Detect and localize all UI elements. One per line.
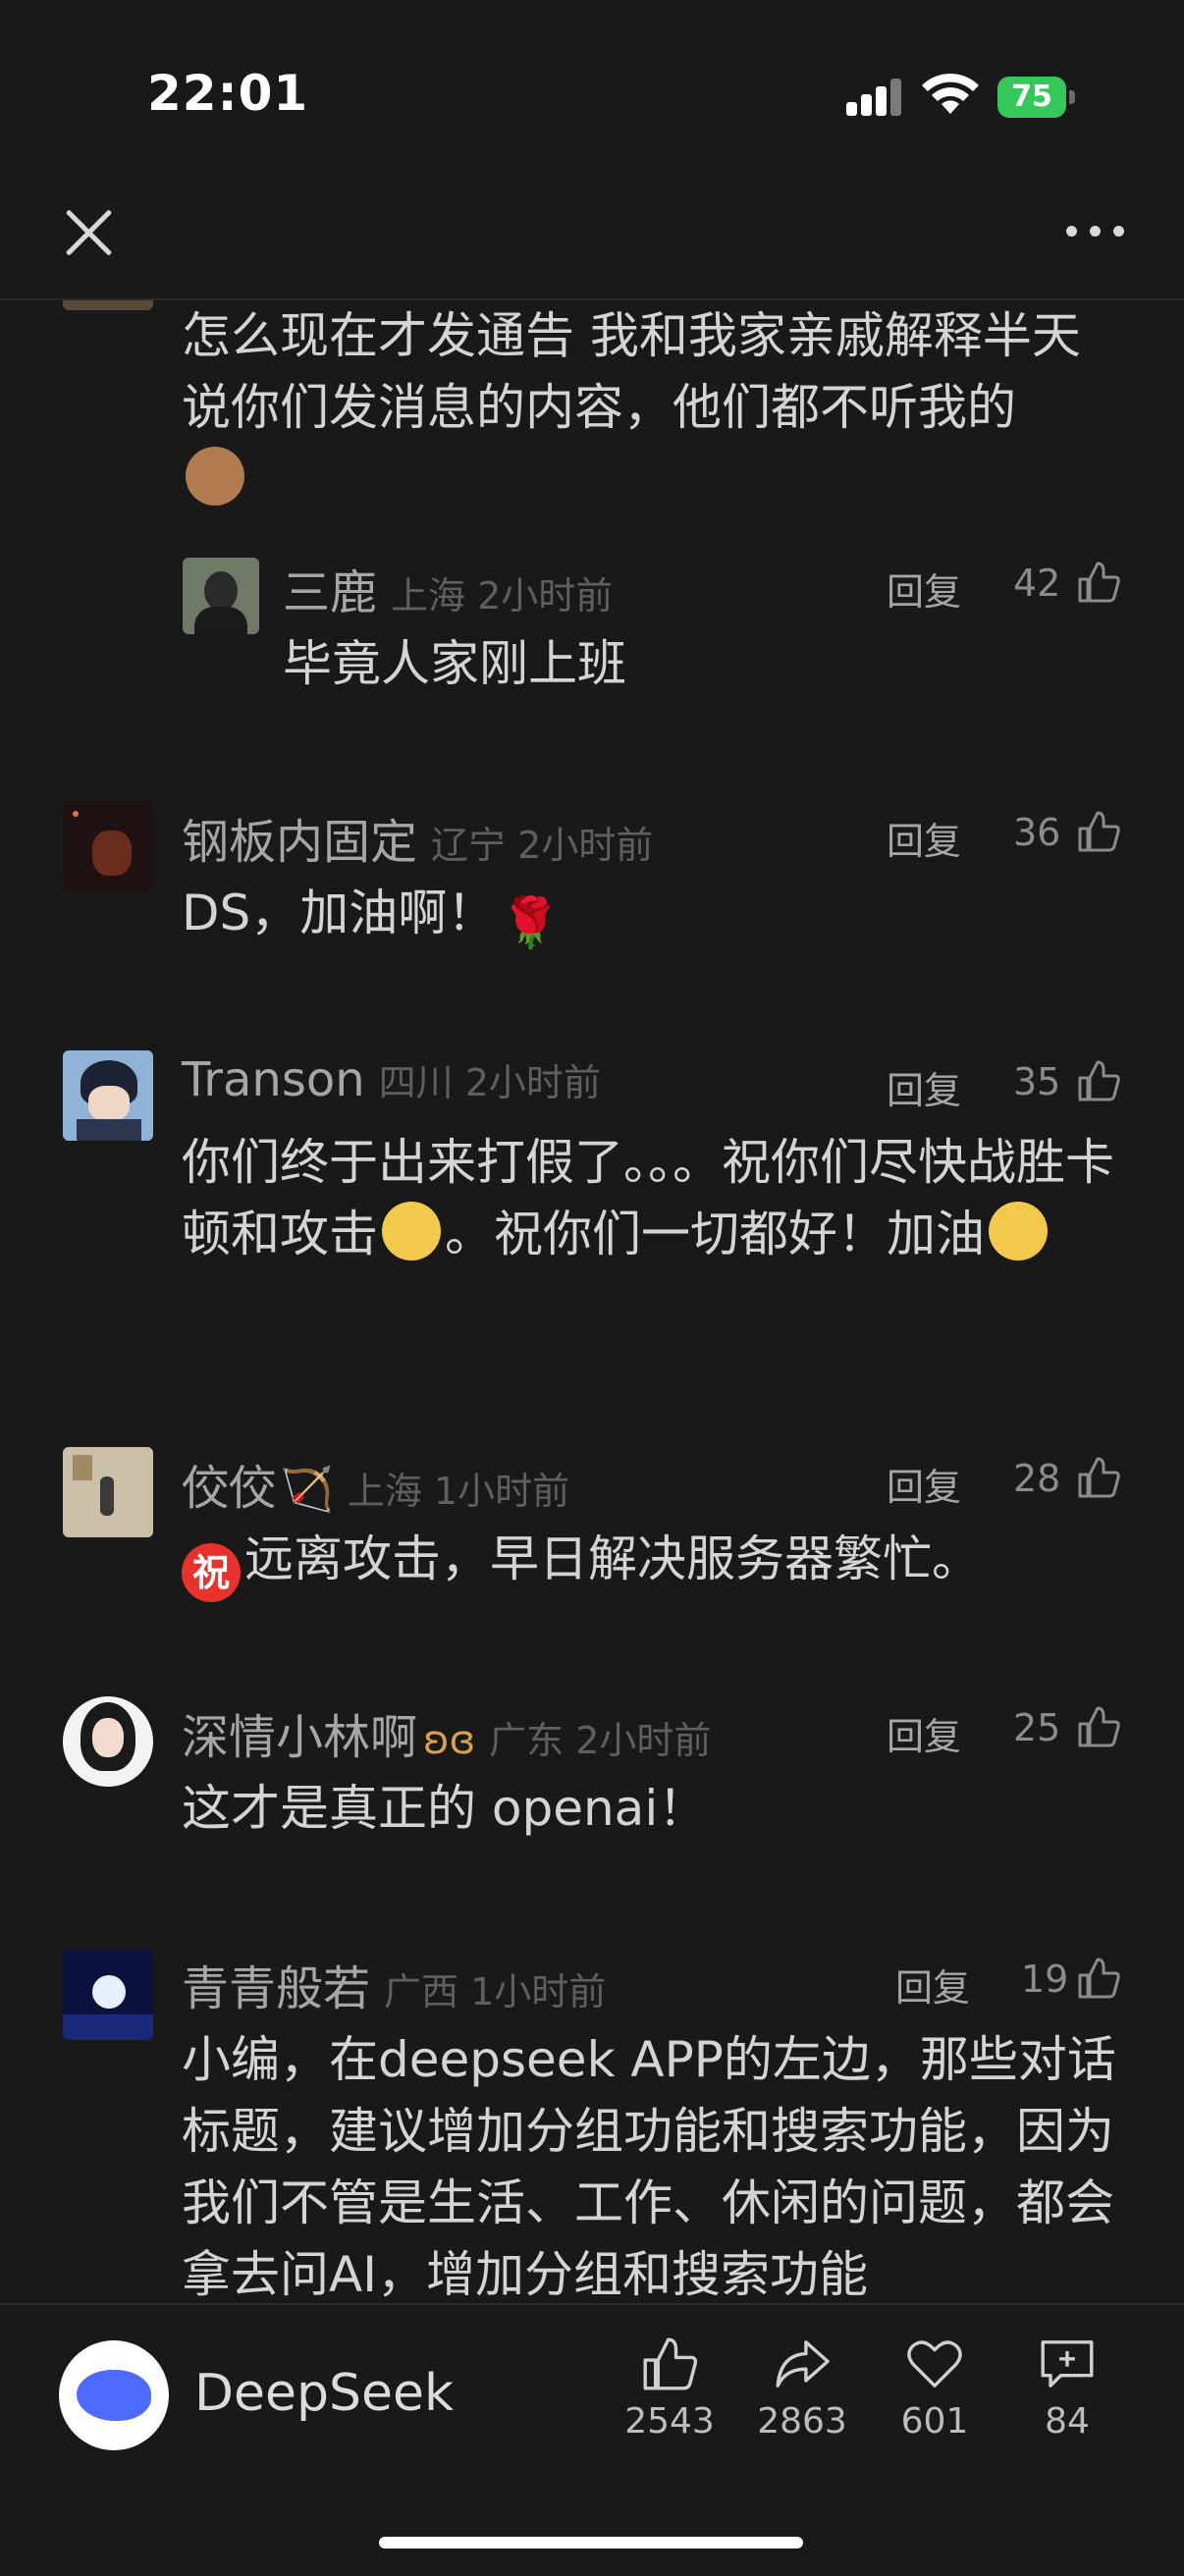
commenter-name[interactable]: 三鹿 bbox=[283, 565, 377, 620]
close-icon[interactable] bbox=[57, 200, 122, 265]
reply-button[interactable]: 回复 bbox=[887, 1060, 961, 1114]
home-indicator[interactable] bbox=[379, 2537, 803, 2549]
shushing-emoji-icon bbox=[989, 1202, 1048, 1261]
avatar[interactable] bbox=[63, 300, 153, 310]
comment-text: 怎么现在才发通告 我和我家亲戚解释半天说你们发消息的内容，他们都不听我的 bbox=[182, 300, 1124, 515]
battery-icon: 75 bbox=[997, 77, 1076, 118]
shushing-emoji-icon bbox=[382, 1202, 441, 1261]
commenter-name[interactable]: 佼佼 bbox=[182, 1461, 276, 1516]
like-count: 25 bbox=[1013, 1706, 1061, 1749]
share-total: 2863 bbox=[757, 2401, 847, 2442]
congrats-badge-icon: 祝 bbox=[182, 1543, 241, 1602]
brand-name[interactable]: DeepSeek bbox=[194, 2364, 454, 2423]
bow-arrow-icon: 🏹 bbox=[280, 1465, 334, 1515]
comment-text: DS，加油啊！🌹 bbox=[182, 885, 562, 951]
comment-location-time: 广东 2小时前 bbox=[489, 1719, 712, 1762]
avatar[interactable] bbox=[63, 801, 153, 891]
avatar[interactable] bbox=[63, 1447, 153, 1537]
heart-icon bbox=[907, 2340, 962, 2388]
comment-text: 这才是真正的 openai！ bbox=[182, 1780, 708, 1837]
add-comment-icon bbox=[1041, 2340, 1094, 2388]
comment-text: 毕竟人家刚上班 bbox=[283, 635, 626, 692]
like-count: 35 bbox=[1013, 1060, 1061, 1103]
status-bar: 22:01 75 bbox=[0, 0, 1184, 187]
bottom-action-bar: DeepSeek 2543 2863 601 84 bbox=[0, 2303, 1184, 2576]
share-icon bbox=[776, 2340, 830, 2388]
reply-button[interactable]: 回复 bbox=[895, 1958, 970, 2012]
thumbs-up-icon[interactable] bbox=[1076, 1455, 1121, 1500]
thumbs-up-icon bbox=[643, 2337, 698, 2390]
like-count: 28 bbox=[1013, 1457, 1061, 1500]
comment-text: 你们终于出来打假了。。。祝你们尽快战胜卡顿和攻击 。祝你们一切都好！加油 bbox=[182, 1134, 1114, 1262]
like-total: 2543 bbox=[624, 2401, 715, 2442]
thumbs-up-icon[interactable] bbox=[1076, 560, 1121, 605]
share-button[interactable]: 2863 bbox=[743, 2334, 861, 2452]
comment-location-time: 辽宁 2小时前 bbox=[431, 824, 654, 867]
comment-list[interactable]: 怎么现在才发通告 我和我家亲戚解释半天说你们发消息的内容，他们都不听我的 三鹿上… bbox=[0, 300, 1184, 2303]
avatar[interactable] bbox=[63, 1696, 153, 1787]
deepseek-logo-icon[interactable] bbox=[59, 2340, 169, 2450]
thumbs-up-icon[interactable] bbox=[1076, 1058, 1121, 1103]
comment-text: 小编，在deepseek APP的左边，那些对话标题，建议增加分组功能和搜索功能… bbox=[182, 2031, 1116, 2303]
reply-button[interactable]: 回复 bbox=[887, 562, 961, 616]
wifi-icon bbox=[922, 73, 979, 114]
reply-button[interactable]: 回复 bbox=[887, 1706, 961, 1760]
avatar[interactable] bbox=[63, 1950, 153, 2040]
like-count: 36 bbox=[1013, 811, 1061, 854]
commenter-name[interactable]: Transon bbox=[182, 1052, 365, 1107]
reply-button[interactable]: 回复 bbox=[887, 811, 961, 865]
commenter-name[interactable]: 钢板内固定 bbox=[182, 815, 417, 870]
comment-text: 祝远离攻击，早日解决服务器繁忙。 bbox=[182, 1524, 1124, 1602]
commenter-name[interactable]: 深情小林啊 bbox=[182, 1710, 417, 1765]
comment-total: 84 bbox=[1045, 2401, 1090, 2442]
thumbs-up-icon[interactable] bbox=[1076, 809, 1121, 854]
like-count: 19 bbox=[1021, 1958, 1069, 2001]
avatar[interactable] bbox=[183, 558, 259, 634]
comment-location-time: 上海 1小时前 bbox=[347, 1470, 570, 1513]
battery-percent: 75 bbox=[1011, 80, 1052, 114]
avatar[interactable] bbox=[63, 1050, 153, 1141]
comment-location-time: 上海 2小时前 bbox=[391, 574, 614, 617]
favorite-total: 601 bbox=[900, 2401, 969, 2442]
thumbs-up-icon[interactable] bbox=[1076, 1956, 1121, 2001]
like-button[interactable]: 2543 bbox=[611, 2334, 728, 2452]
comment-location-time: 广西 1小时前 bbox=[384, 1970, 607, 2013]
comment-location-time: 四川 2小时前 bbox=[378, 1061, 601, 1104]
rose-emoji-icon: 🌹 bbox=[500, 894, 562, 951]
butterfly-icon: ʚɞ bbox=[423, 1718, 476, 1763]
thumbs-up-icon[interactable] bbox=[1076, 1704, 1121, 1749]
monkey-emoji-icon bbox=[186, 447, 244, 506]
reply-button[interactable]: 回复 bbox=[887, 1457, 961, 1511]
comment-button[interactable]: 84 bbox=[1008, 2334, 1126, 2452]
commenter-name[interactable]: 青青般若 bbox=[182, 1961, 370, 2016]
favorite-button[interactable]: 601 bbox=[876, 2334, 994, 2452]
cellular-signal-icon bbox=[846, 77, 905, 116]
status-time: 22:01 bbox=[147, 65, 309, 122]
more-options-icon[interactable] bbox=[1060, 216, 1131, 245]
like-count: 42 bbox=[1013, 562, 1061, 605]
